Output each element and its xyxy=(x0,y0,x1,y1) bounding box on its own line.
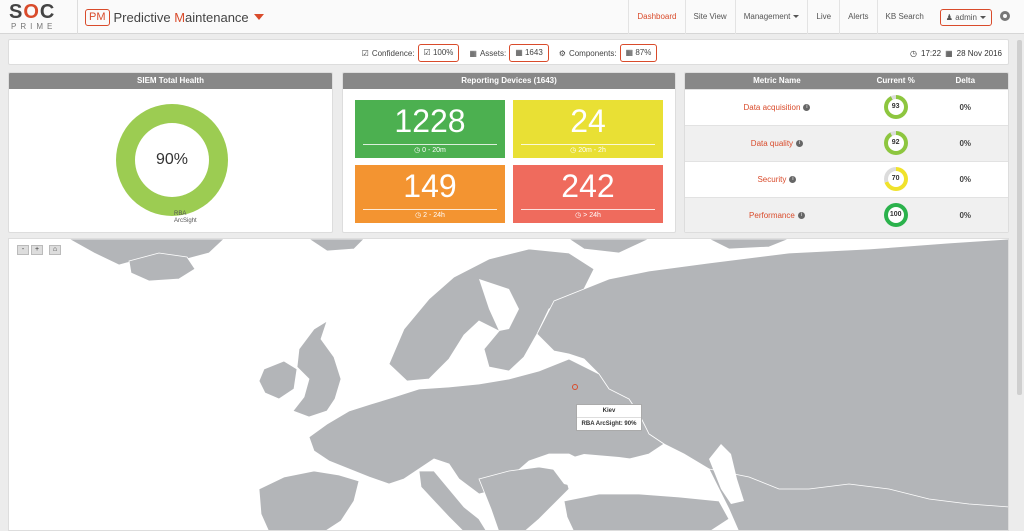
assets-stat: ▦ Assets: ▦ 1643 xyxy=(469,44,549,62)
siem-health-panel: SIEM Total Health 90% RBA ArcSight xyxy=(8,72,333,233)
table-row: Security i 70 0% xyxy=(685,161,1008,197)
nav-dashboard[interactable]: Dashboard xyxy=(628,0,684,34)
checkbox-icon: ☑ xyxy=(423,48,433,57)
map-canvas[interactable] xyxy=(9,239,1009,531)
metric-link-data-acquisition[interactable]: Data acquisition xyxy=(743,103,800,112)
zoom-out-button[interactable]: - xyxy=(17,245,29,255)
metrics-table-panel: Metric Name Current % Delta Data acquisi… xyxy=(684,72,1009,233)
metric-delta: 0% xyxy=(959,139,972,148)
device-tile-0-20m[interactable]: 1228 ◷ 0 - 20m xyxy=(355,100,505,158)
panel-title: SIEM Total Health xyxy=(9,73,332,89)
clock-icon: ◷ xyxy=(414,147,423,154)
checkbox-icon: ☑ xyxy=(361,48,369,58)
nav-menu: Dashboard Site View Management Live Aler… xyxy=(628,0,1000,34)
zoom-in-button[interactable]: + xyxy=(31,245,43,255)
map-tooltip: Kiev RBA ArcSight: 90% xyxy=(576,404,642,431)
device-tile-over-24h[interactable]: 242 ◷ > 24h xyxy=(513,165,663,223)
cubes-icon: ▦ xyxy=(469,48,477,58)
components-button[interactable]: ▦ 87% xyxy=(619,44,658,62)
chevron-down-icon xyxy=(980,15,986,19)
nav-kb-search[interactable]: KB Search xyxy=(876,0,932,34)
chevron-down-icon xyxy=(253,14,264,20)
confidence-stat: ☑ Confidence: ☑ 100% xyxy=(362,44,460,62)
info-icon[interactable]: i xyxy=(797,212,805,220)
metric-delta: 0% xyxy=(959,175,972,184)
page-scrollbar[interactable] xyxy=(1017,40,1022,395)
clock-icon: ◷ xyxy=(910,48,918,58)
gear-icon[interactable] xyxy=(1000,11,1010,21)
metric-gauge: 92 xyxy=(883,130,908,155)
siem-donut-chart[interactable]: 90% xyxy=(116,104,228,216)
metric-link-security[interactable]: Security xyxy=(757,175,786,184)
stats-group: ☑ Confidence: ☑ 100% ▦ Assets: ▦ 1643 ⚙ … xyxy=(9,40,1010,66)
siem-health-value: 90% xyxy=(135,123,209,197)
cubes-icon: ▦ xyxy=(515,48,525,57)
nav-site-view[interactable]: Site View xyxy=(684,0,735,34)
app-switcher[interactable]: PM Predictive Maintenance xyxy=(85,8,264,26)
cogs-icon: ⚙ xyxy=(558,48,566,58)
clock-icon: ◷ xyxy=(570,147,579,154)
table-row: Data acquisition i 93 0% xyxy=(685,89,1008,125)
clock-icon: ◷ xyxy=(415,212,424,219)
metric-gauge: 100 xyxy=(883,202,908,227)
info-icon[interactable]: i xyxy=(796,140,804,148)
nav-alerts[interactable]: Alerts xyxy=(839,0,876,34)
soc-prime-logo[interactable]: SOC PRIME xyxy=(9,2,73,32)
device-tile-20m-2h[interactable]: 24 ◷ 20m - 2h xyxy=(513,100,663,158)
metric-delta: 0% xyxy=(959,211,972,220)
nav-live[interactable]: Live xyxy=(807,0,839,34)
table-header: Metric Name Current % Delta xyxy=(685,73,1008,89)
confidence-button[interactable]: ☑ 100% xyxy=(417,44,460,62)
info-icon[interactable]: i xyxy=(789,176,797,184)
europe-map[interactable]: - + ⌂ Kiev RBA ArcSight: 90% xyxy=(8,238,1009,531)
table-row: Data quality i 92 0% xyxy=(685,125,1008,161)
info-icon[interactable]: i xyxy=(803,104,811,112)
calendar-icon: ▦ xyxy=(945,48,953,58)
metric-link-performance[interactable]: Performance xyxy=(749,211,795,220)
nav-divider xyxy=(77,0,78,34)
metric-gauge: 93 xyxy=(883,94,908,119)
chart-legend: RBA ArcSight xyxy=(174,211,197,224)
reporting-devices-panel: Reporting Devices (1643) 1228 ◷ 0 - 20m … xyxy=(342,72,676,233)
date-text: 28 Nov 2016 xyxy=(956,48,1002,58)
metric-link-data-quality[interactable]: Data quality xyxy=(751,139,793,148)
pm-badge: PM xyxy=(85,8,110,26)
cubes-icon: ▦ xyxy=(625,48,636,57)
components-stat: ⚙ Components: ▦ 87% xyxy=(559,44,658,62)
map-marker-kiev[interactable] xyxy=(572,384,578,390)
home-icon[interactable]: ⌂ xyxy=(49,245,61,255)
device-tile-2-24h[interactable]: 149 ◷ 2 - 24h xyxy=(355,165,505,223)
assets-button[interactable]: ▦ 1643 xyxy=(509,44,549,62)
stats-bar: ☑ Confidence: ☑ 100% ▦ Assets: ▦ 1643 ⚙ … xyxy=(8,39,1009,65)
chevron-down-icon xyxy=(793,15,800,19)
clock-icon: ◷ xyxy=(575,212,584,219)
datetime: ◷ 17:22 ▦ 28 Nov 2016 xyxy=(906,40,1002,66)
user-icon: ♟ xyxy=(945,12,956,22)
top-navbar: SOC PRIME PM Predictive Maintenance Dash… xyxy=(0,0,1024,34)
table-row: Performance i 100 0% xyxy=(685,197,1008,232)
panel-title: Reporting Devices (1643) xyxy=(343,73,675,89)
metric-gauge: 70 xyxy=(883,166,908,191)
metric-delta: 0% xyxy=(959,103,972,112)
nav-management[interactable]: Management xyxy=(734,0,808,34)
admin-user-menu[interactable]: ♟ admin xyxy=(939,8,992,26)
app-title: Predictive Maintenance xyxy=(113,9,249,25)
time-text: 17:22 xyxy=(921,48,942,58)
